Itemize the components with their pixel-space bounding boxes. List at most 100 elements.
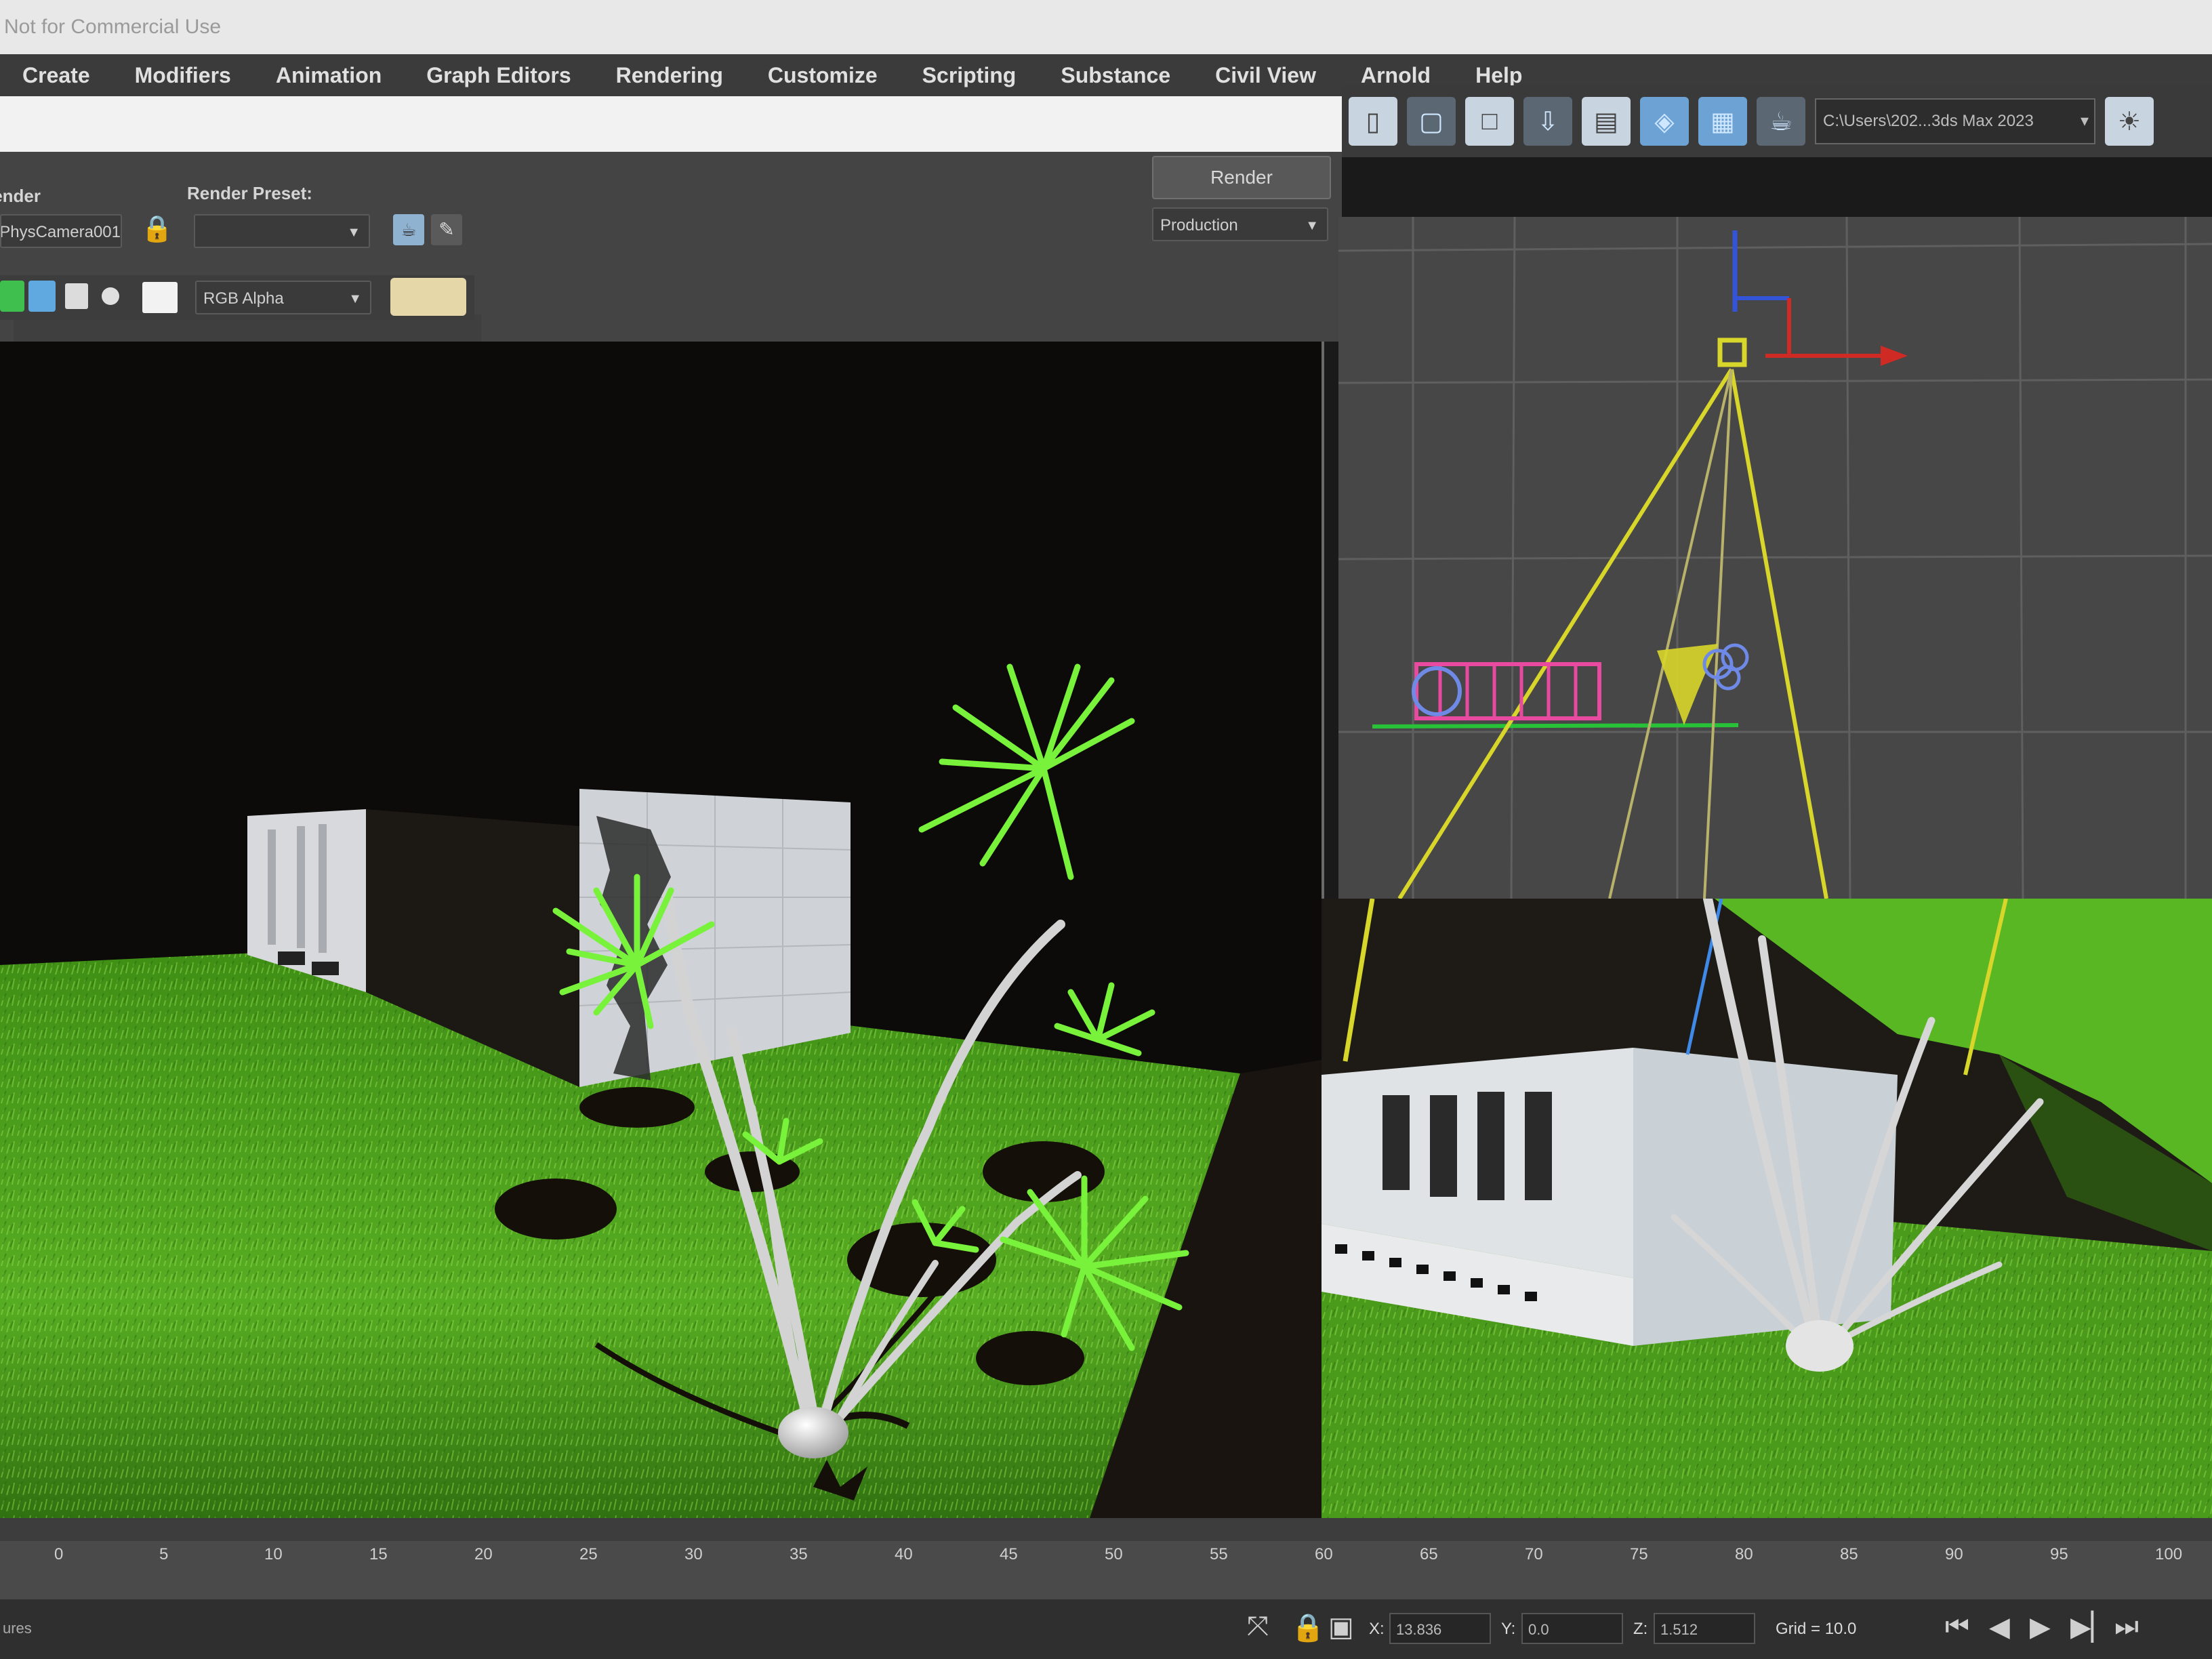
z-coordinate-field[interactable]: 1.512 [1654, 1613, 1755, 1644]
menu-civil-view[interactable]: Civil View [1193, 63, 1338, 88]
menu-create[interactable]: Create [0, 63, 112, 88]
lock-icon[interactable]: 🔒 [141, 214, 173, 244]
go-to-start-icon[interactable]: ⏮ [1945, 1612, 1969, 1642]
blue-channel-toggle[interactable] [28, 281, 56, 312]
menu-customize[interactable]: Customize [745, 63, 900, 88]
render-preset-dropdown[interactable]: ▼ [194, 214, 370, 248]
x-coordinate-field[interactable]: 13.836 [1389, 1613, 1491, 1644]
timeline-tick: 55 [1210, 1545, 1228, 1563]
next-frame-icon[interactable]: ▶▏ [2070, 1612, 2112, 1643]
grid-icon: ▦ [1711, 107, 1735, 136]
front-viewport-scene [1338, 217, 2212, 899]
toolbar-button-7[interactable]: ▦ [1698, 97, 1747, 146]
lock-icon[interactable]: 🔒 [1291, 1612, 1325, 1643]
z-label: Z: [1633, 1620, 1648, 1638]
chevron-down-icon: ▼ [347, 225, 361, 240]
perspective-viewport[interactable] [1322, 899, 2212, 1536]
material-icon: ◈ [1654, 107, 1675, 136]
teapot-icon: ☕ [1769, 107, 1793, 136]
timeline-tick: 20 [474, 1545, 493, 1563]
absolute-mode-icon[interactable]: ▣ [1328, 1612, 1354, 1643]
area-to-render-label: Area to Render: [0, 186, 41, 206]
rendered-frame-viewport[interactable] [0, 342, 1324, 1534]
rendered-scene [0, 663, 1322, 1534]
timeline-tick: 5 [159, 1545, 169, 1563]
main-toolbar: ▯ ▢ □ ⇩ ▤ ◈ ▦ ☕ C:\Users\202...3ds Max 2… [1342, 85, 2212, 157]
timeline-tick: 85 [1840, 1545, 1858, 1563]
transform-gizmo [1732, 230, 1908, 366]
window-title-bar: Not for Commercial Use [0, 0, 2212, 54]
toolbar-button-1[interactable]: ▯ [1349, 97, 1397, 146]
timeline-tick: 50 [1105, 1545, 1123, 1563]
perspective-scene [1322, 899, 2212, 1536]
timeline-slider[interactable] [0, 1518, 2212, 1541]
x-label: X: [1369, 1620, 1385, 1638]
timeline-track[interactable]: 0 5 10 15 20 25 30 35 40 45 50 55 60 65 70 75 80 85 90 95 10… [0, 1518, 2212, 1599]
timeline-tick: 90 [1945, 1545, 1963, 1563]
status-text: ures [3, 1620, 32, 1637]
menu-help[interactable]: Help [1453, 63, 1544, 88]
menu-animation[interactable]: Animation [253, 63, 404, 88]
toolbar-button-4[interactable]: ⇩ [1523, 97, 1572, 146]
timeline-tick: 35 [790, 1545, 808, 1563]
render-setup-button[interactable]: ☕ [393, 214, 424, 245]
timeline-tick: 70 [1525, 1545, 1543, 1563]
toolbar-button-8[interactable]: ☀ [2105, 97, 2154, 146]
alpha-channel-toggle[interactable] [65, 283, 88, 309]
toolbar-button-3[interactable]: □ [1465, 97, 1514, 146]
timeline-tick: 95 [2050, 1545, 2068, 1563]
green-channel-toggle[interactable] [0, 281, 24, 312]
grid-size: Grid = 10.0 [1776, 1620, 1857, 1638]
toolbar-button-2[interactable]: ▢ [1407, 97, 1456, 146]
render-button[interactable]: Render [1152, 156, 1331, 199]
previous-frame-icon[interactable]: ◀ [1989, 1612, 2010, 1643]
teapot-icon: ☕ [401, 220, 417, 240]
timeline-tick: 25 [579, 1545, 598, 1563]
menu-graph-editors[interactable]: Graph Editors [404, 63, 593, 88]
camera-dropdown[interactable]: PhysCamera001 [0, 214, 122, 248]
timeline-tick: 100 [2155, 1545, 2183, 1563]
menu-scripting[interactable]: Scripting [900, 63, 1039, 88]
align-icon: ⇩ [1537, 107, 1559, 136]
color-swatch-button[interactable] [390, 278, 466, 316]
toolbar-button-6[interactable]: ◈ [1640, 97, 1689, 146]
timeline-tick: 80 [1735, 1545, 1753, 1563]
viewport-grid [1338, 217, 2212, 899]
timeline-tick: 10 [264, 1545, 283, 1563]
camera-frustum [1397, 337, 1828, 899]
pencil-icon[interactable]: ✎ [431, 214, 462, 245]
menu-substance[interactable]: Substance [1038, 63, 1193, 88]
project-path: C:\Users\202...3ds Max 2023 [1823, 112, 2034, 130]
channel-dropdown[interactable]: RGB Alpha ▼ [195, 281, 371, 314]
chevron-down-icon: ▼ [348, 291, 362, 306]
timeline-tick: 60 [1315, 1545, 1333, 1563]
y-coordinate-field[interactable]: 0.0 [1521, 1613, 1623, 1644]
render-frame-controls: Area to Render: PhysCamera001 🔒 Render P… [0, 152, 1342, 409]
selection-icon[interactable]: ⤧ [1247, 1612, 1269, 1642]
play-icon[interactable]: ▶ [2030, 1612, 2051, 1643]
y-label: Y: [1501, 1620, 1516, 1638]
square-icon: □ [1481, 106, 1498, 136]
layer-icon: ▤ [1594, 107, 1618, 136]
monochrome-toggle[interactable] [102, 287, 119, 305]
tree-base-bulb-persp [1786, 1320, 1853, 1372]
scene-objects-wireframe [1412, 643, 1749, 725]
chevron-down-icon: ▾ [2080, 112, 2089, 130]
project-path-field[interactable]: C:\Users\202...3ds Max 2023 ▾ [1815, 98, 2095, 144]
menu-arnold[interactable]: Arnold [1338, 63, 1453, 88]
toolbar-button-5[interactable]: ▤ [1582, 97, 1631, 146]
timeline-tick: 0 [54, 1545, 64, 1563]
menu-modifiers[interactable]: Modifiers [112, 63, 253, 88]
toolbar-button-render[interactable]: ☕ [1757, 97, 1805, 146]
clear-button[interactable] [142, 282, 178, 313]
timeline-tick: 75 [1630, 1545, 1648, 1563]
timeline-tick: 30 [684, 1545, 703, 1563]
production-dropdown[interactable]: Production ▼ [1152, 207, 1328, 241]
ground-axis-line [1372, 723, 1739, 729]
go-to-end-icon[interactable]: ⏭ [2114, 1612, 2139, 1642]
front-viewport[interactable] [1338, 217, 2212, 899]
render-frame-header [0, 96, 1342, 152]
menu-rendering[interactable]: Rendering [594, 63, 745, 88]
window-title: Not for Commercial Use [4, 16, 222, 38]
box-icon: ▢ [1419, 107, 1443, 136]
